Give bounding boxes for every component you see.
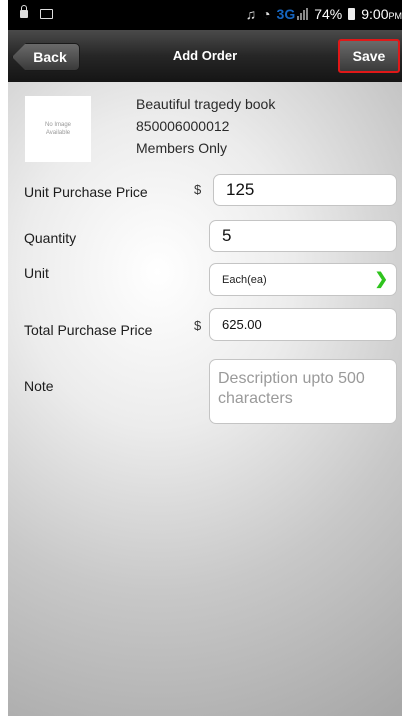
save-button[interactable]: Save — [338, 39, 400, 73]
lock-icon — [20, 5, 28, 18]
quantity-input[interactable]: 5 — [209, 220, 397, 252]
total-purchase-price-input[interactable]: 625.00 — [209, 308, 397, 341]
note-label: Note — [24, 378, 54, 394]
headphones-icon: ♫ — [245, 6, 257, 22]
app-screen: ♫ ◔ 3G 74% 9:00PM Back Add Order Save No… — [8, 0, 402, 716]
product-info: Beautiful tragedy book 850006000012 Memb… — [136, 93, 275, 159]
navigation-bar: Back Add Order Save — [8, 30, 402, 82]
photo-icon — [40, 9, 53, 19]
product-membership: Members Only — [136, 140, 228, 156]
chevron-right-icon: ❯ — [374, 271, 388, 288]
status-bar: ♫ ◔ 3G 74% 9:00PM — [8, 0, 402, 30]
product-name: Beautiful tragedy book — [136, 96, 276, 112]
wifi-icon: ◔ — [262, 6, 271, 22]
signal-icon — [297, 8, 309, 20]
unit-price-currency: $ — [194, 182, 202, 197]
battery-icon — [348, 8, 356, 20]
product-code: 850006000012 — [136, 118, 230, 134]
unit-purchase-price-label: Unit Purchase Price — [24, 184, 148, 200]
product-image-placeholder: No Image Available — [25, 96, 91, 162]
note-textarea[interactable]: Description upto 500 characters — [209, 359, 397, 424]
unit-value: Each(ea) — [222, 273, 267, 286]
quantity-label: Quantity — [24, 230, 77, 246]
unit-select[interactable]: Each(ea) ❯ — [209, 263, 397, 296]
unit-purchase-price-input[interactable]: 125 — [213, 174, 397, 206]
total-price-currency: $ — [194, 318, 202, 333]
battery-percent: 74% — [314, 6, 343, 22]
total-purchase-price-label: Total Purchase Price — [24, 322, 153, 338]
clock: 9:00PM — [361, 6, 402, 22]
unit-label: Unit — [24, 265, 49, 281]
network-type: 3G — [276, 6, 296, 22]
